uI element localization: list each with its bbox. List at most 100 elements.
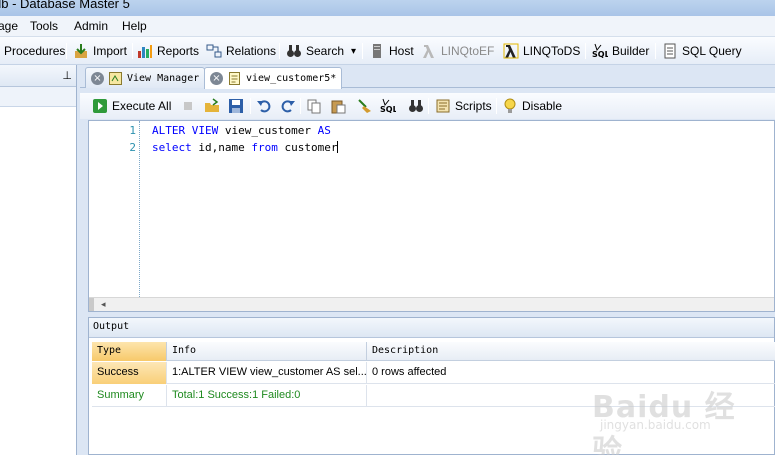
left-panel-header: ⊥ [0, 65, 76, 87]
sql-keyword: ALTER VIEW [152, 124, 219, 137]
tab-view-customer5[interactable]: × view_customer5* [204, 67, 343, 89]
lambda-icon [423, 45, 434, 58]
sql-editor[interactable]: 1 2 ALTER VIEW view_customer AS select i… [88, 120, 775, 312]
svg-text:SQL: SQL [592, 50, 608, 59]
linqtods-button[interactable]: LINQToDS [503, 41, 580, 61]
toolbar-separator [362, 43, 363, 59]
output-title: Output [89, 318, 774, 338]
tab-view-manager[interactable]: × View Manager [85, 67, 206, 88]
stop-button[interactable] [180, 96, 200, 116]
gutter-divider [139, 121, 140, 297]
open-button[interactable] [204, 96, 224, 116]
linqtoef-button[interactable]: LINQtoEF [421, 41, 494, 61]
close-tab-icon[interactable]: × [210, 72, 223, 85]
toolbar-separator [66, 43, 67, 59]
document-tab-bar: × View Manager × view_customer5* [80, 65, 775, 89]
copy-button[interactable] [306, 96, 326, 116]
copy-icon [307, 99, 321, 114]
procedures-button[interactable]: Procedures [4, 41, 65, 61]
code-line[interactable]: select id,name from customer [152, 141, 339, 154]
save-icon [229, 99, 243, 113]
cell-info: Total:1 Success:1 Failed:0 [167, 385, 367, 407]
column-header-description[interactable]: Description [367, 342, 775, 361]
scripts-button[interactable]: Scripts [435, 96, 492, 116]
column-header-type[interactable]: Type [92, 342, 167, 361]
binoculars-icon [409, 100, 423, 112]
toolbar-separator [428, 98, 429, 114]
menu-admin[interactable]: Admin [74, 19, 108, 33]
toolbar-separator [585, 43, 586, 59]
watermark-subtext: jingyan.baidu.com [600, 418, 711, 432]
scrollbar-grip[interactable] [89, 298, 94, 311]
editor-toolbar: Execute All SQL Scripts Disable [80, 93, 775, 119]
toolbar-separator [250, 98, 251, 114]
menu-manage[interactable]: age [0, 19, 18, 33]
linqtoef-label: LINQtoEF [441, 44, 495, 58]
sql-builder-icon: SQL [380, 98, 396, 114]
horizontal-scrollbar[interactable]: ◂ [89, 297, 774, 311]
search-button[interactable]: Search ▾ [286, 41, 356, 61]
window-title: db - Database Master 5 [0, 0, 130, 11]
cell-info: 1:ALTER VIEW view_customer AS sel... [167, 362, 367, 384]
host-label: Host [389, 44, 414, 58]
save-button[interactable] [228, 96, 248, 116]
pin-icon[interactable]: ⊥ [62, 69, 72, 82]
relations-button[interactable]: Relations [206, 41, 276, 61]
column-header-info[interactable]: Info [167, 342, 367, 361]
import-label: Import [93, 44, 128, 58]
import-button[interactable]: Import [73, 41, 127, 61]
sql-text: view_customer [218, 124, 318, 137]
execute-all-button[interactable]: Execute All [92, 96, 171, 116]
relations-icon [206, 44, 222, 58]
clear-button[interactable] [356, 96, 376, 116]
server-icon [373, 44, 381, 58]
sql-query-button[interactable]: SQL Query [662, 41, 742, 61]
output-grid-header: Type Info Description [92, 342, 775, 361]
line-number: 1 [129, 124, 136, 137]
line-number: 2 [129, 141, 136, 154]
relations-label: Relations [226, 44, 277, 58]
redo-button[interactable] [280, 96, 300, 116]
builder-label: Builder [612, 44, 650, 58]
toolbar-separator [655, 43, 656, 59]
find-button[interactable] [408, 96, 428, 116]
title-bar: db - Database Master 5 [0, 0, 775, 16]
builder-button[interactable]: SQL Builder [592, 41, 649, 61]
reports-button[interactable]: Reports [137, 41, 199, 61]
baidu-watermark: Baidu 经验 jingyan.baidu.com [592, 378, 752, 455]
paste-button[interactable] [330, 96, 350, 116]
scroll-left-icon[interactable]: ◂ [101, 299, 106, 310]
toolbar-separator [132, 43, 133, 59]
disable-label: Disable [522, 99, 563, 113]
host-button[interactable]: Host [369, 41, 414, 61]
main-toolbar: Procedures Import Reports Relations Sear… [0, 37, 775, 65]
lambda-icon [503, 43, 519, 59]
reports-label: Reports [157, 44, 200, 58]
left-panel-row[interactable] [0, 87, 76, 107]
line-number-gutter: 1 2 [89, 121, 139, 297]
sql-builder-button[interactable]: SQL [380, 96, 400, 116]
left-panel: ⊥ [0, 65, 77, 455]
close-tab-icon[interactable]: × [91, 71, 104, 85]
menu-help[interactable]: Help [122, 19, 147, 33]
cell-type: Success [92, 362, 167, 384]
search-dropdown-icon[interactable]: ▾ [351, 46, 356, 57]
binoculars-icon [287, 45, 301, 57]
code-line[interactable]: ALTER VIEW view_customer AS [152, 124, 331, 137]
sql-builder-icon: SQL [592, 43, 608, 59]
linqtods-label: LINQToDS [523, 44, 581, 58]
sql-text: id,name [191, 141, 252, 154]
undo-button[interactable] [256, 96, 276, 116]
sql-text: customer [277, 141, 338, 154]
sql-file-icon [229, 72, 240, 85]
disable-button[interactable]: Disable [502, 96, 562, 116]
lightbulb-icon [504, 98, 516, 113]
svg-text:SQL: SQL [380, 105, 396, 114]
sql-keyword: from [251, 141, 278, 154]
document-icon [664, 43, 676, 59]
scripts-label: Scripts [455, 99, 492, 113]
open-folder-icon [205, 98, 219, 112]
view-manager-icon [109, 71, 122, 85]
menu-tools[interactable]: Tools [30, 19, 58, 33]
sql-keyword: AS [317, 124, 331, 137]
